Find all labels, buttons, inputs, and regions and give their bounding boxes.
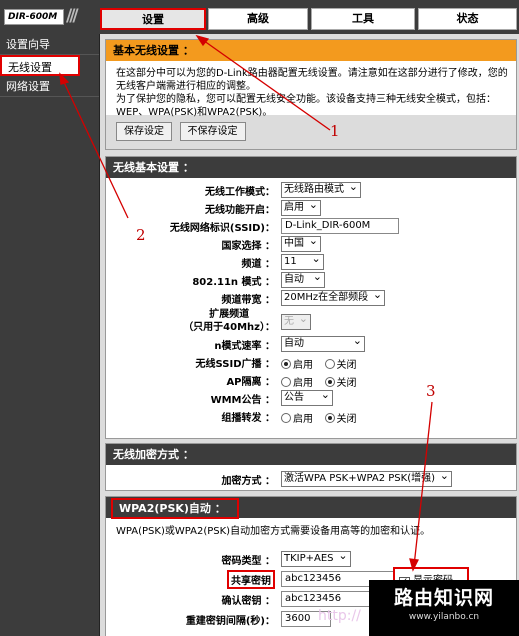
annotation-number-1: 1 <box>330 122 340 140</box>
annotation-number-3: 3 <box>426 382 436 400</box>
arrow-1-head <box>195 34 210 47</box>
watermark-url: www.yilanbo.cn <box>408 612 480 622</box>
arrow-2-head <box>59 72 70 85</box>
arrow-3-line <box>413 401 433 567</box>
arrow-3-head <box>409 558 419 572</box>
annotation-number-2: 2 <box>136 226 146 244</box>
arrow-1-line <box>199 37 331 131</box>
watermark-block: 路由知识网 www.yilanbo.cn <box>369 580 519 636</box>
arrow-2-line <box>61 77 129 219</box>
annotation-arrows <box>59 34 433 572</box>
faint-watermark-text: http:// <box>318 608 361 624</box>
watermark-title: 路由知识网 <box>393 587 494 609</box>
